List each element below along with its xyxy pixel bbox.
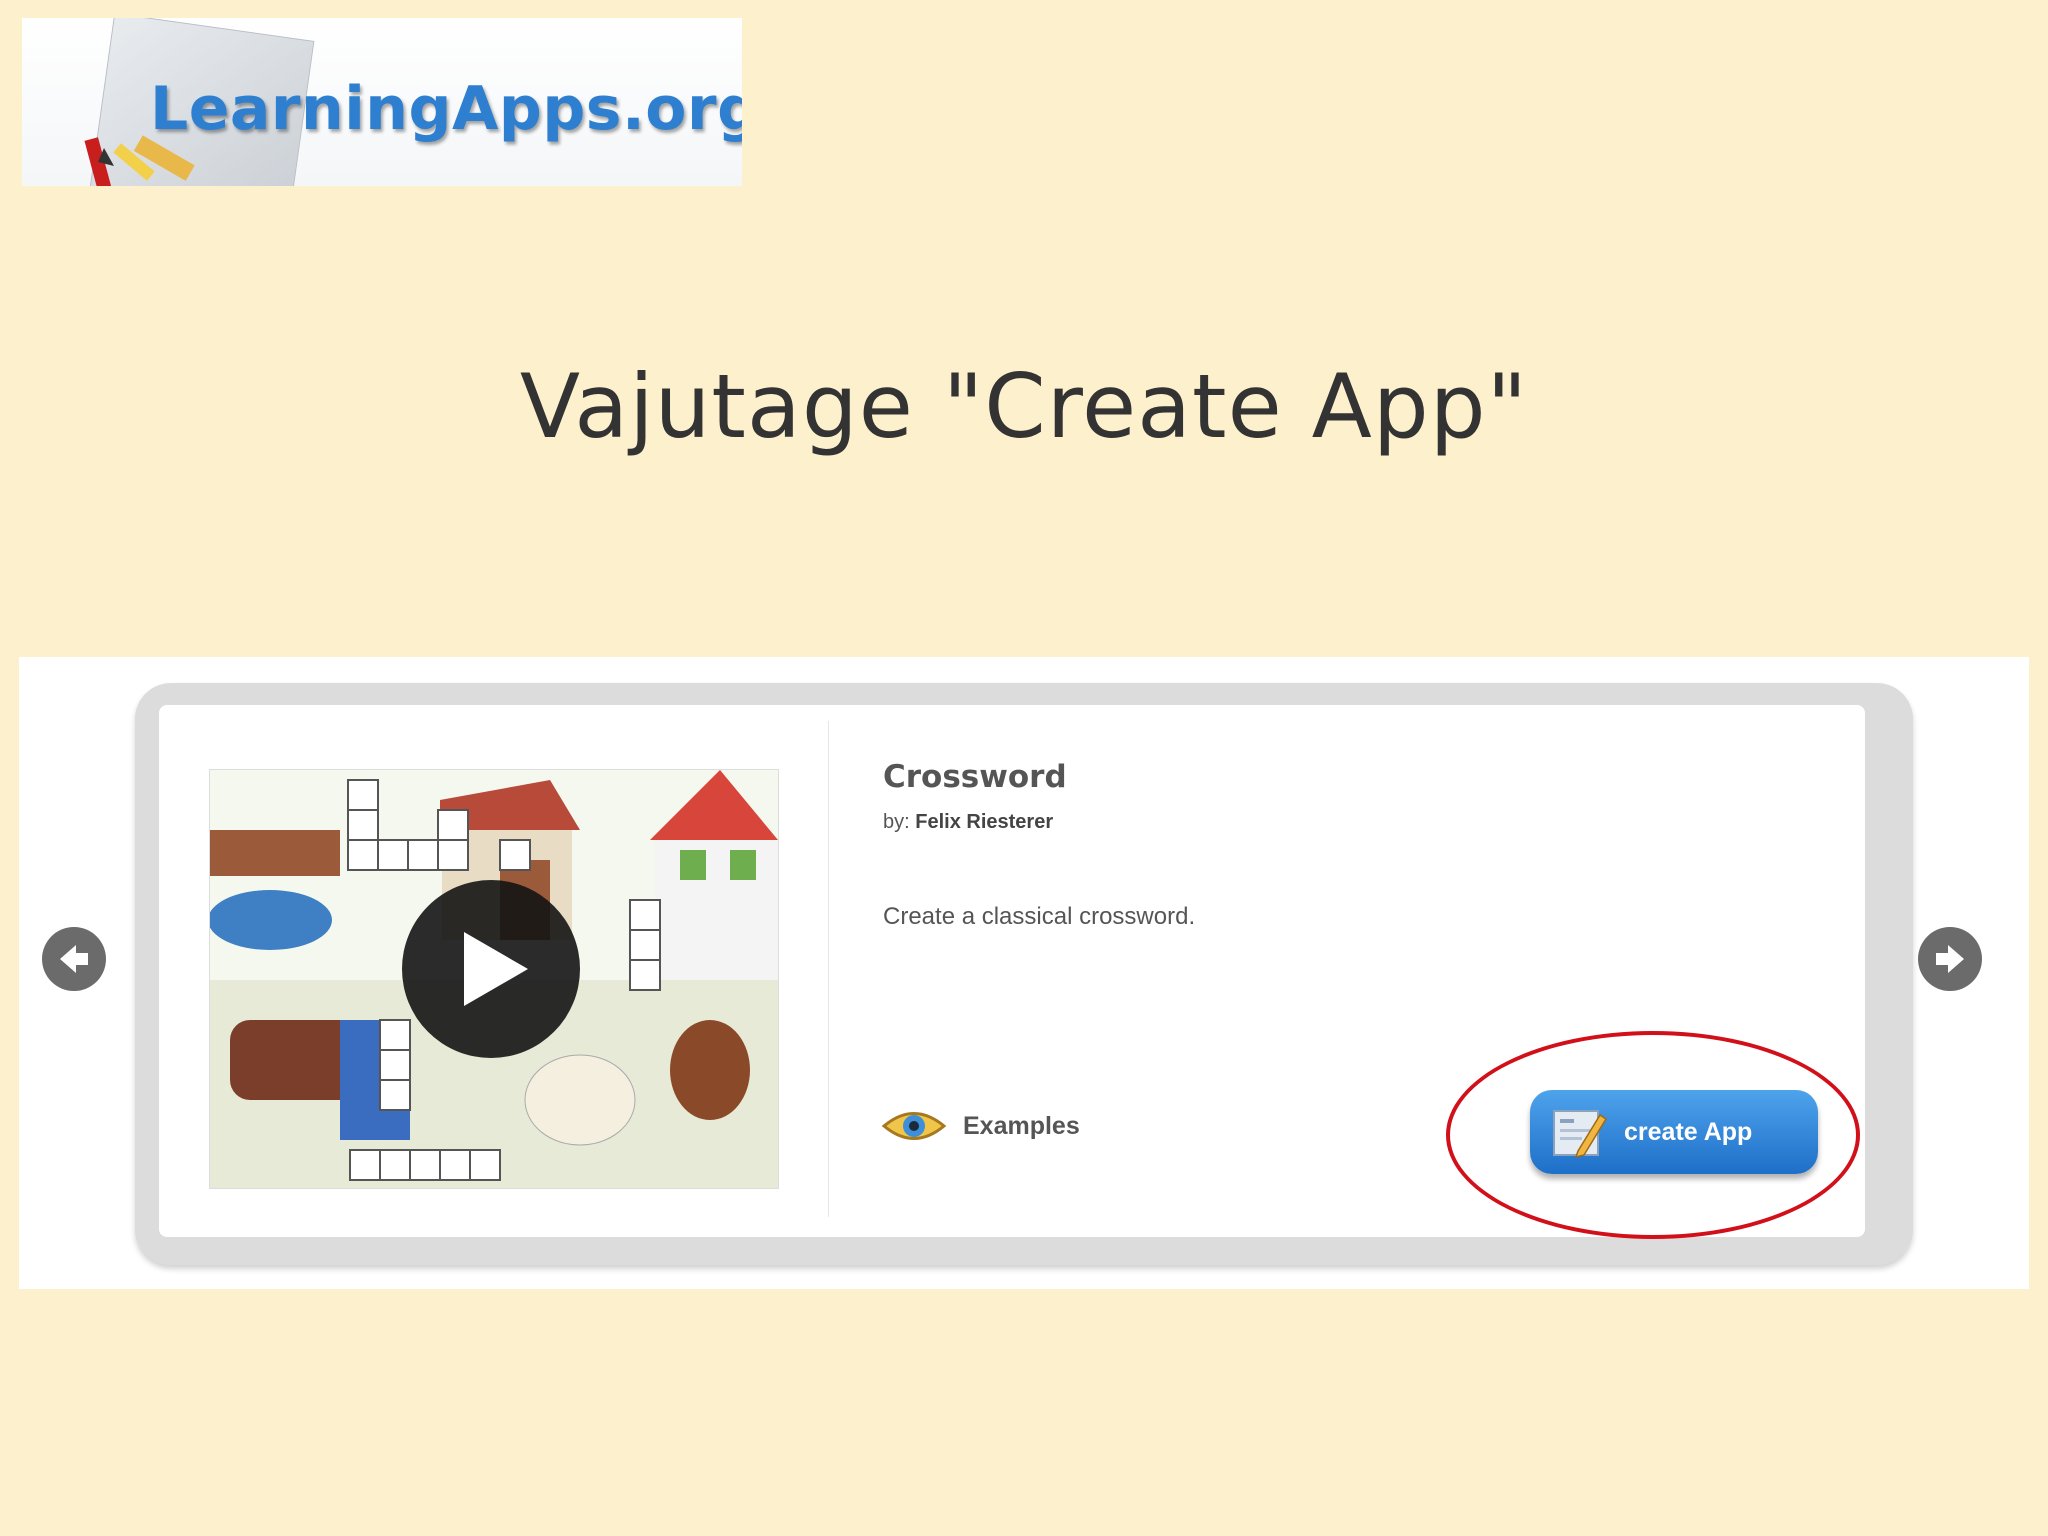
next-app-button[interactable]: [1918, 927, 1982, 991]
app-description: Create a classical crossword.: [883, 903, 1196, 930]
author-prefix: by:: [883, 811, 910, 833]
eye-icon: [881, 1112, 947, 1140]
prev-app-button[interactable]: [42, 927, 106, 991]
author-name: Felix Riesterer: [915, 811, 1054, 833]
play-icon: [464, 932, 528, 1006]
app-title: Crossword: [883, 759, 1067, 795]
examples-label: Examples: [963, 1111, 1080, 1140]
examples-link[interactable]: Examples: [881, 1105, 1080, 1147]
create-app-highlight-ring: [1446, 1031, 1860, 1239]
play-video-button[interactable]: [402, 880, 580, 1058]
slide-headline: Vajutage "Create App": [519, 355, 1529, 458]
learningapps-logo[interactable]: LearningApps.org: [22, 18, 742, 186]
arrow-left-icon: [60, 945, 88, 973]
logo-text: LearningApps.org: [150, 74, 742, 144]
app-preview-video[interactable]: [209, 769, 779, 1189]
card-divider: [828, 721, 829, 1217]
app-author: by: Felix Riesterer: [883, 811, 1053, 834]
arrow-right-icon: [1936, 945, 1964, 973]
